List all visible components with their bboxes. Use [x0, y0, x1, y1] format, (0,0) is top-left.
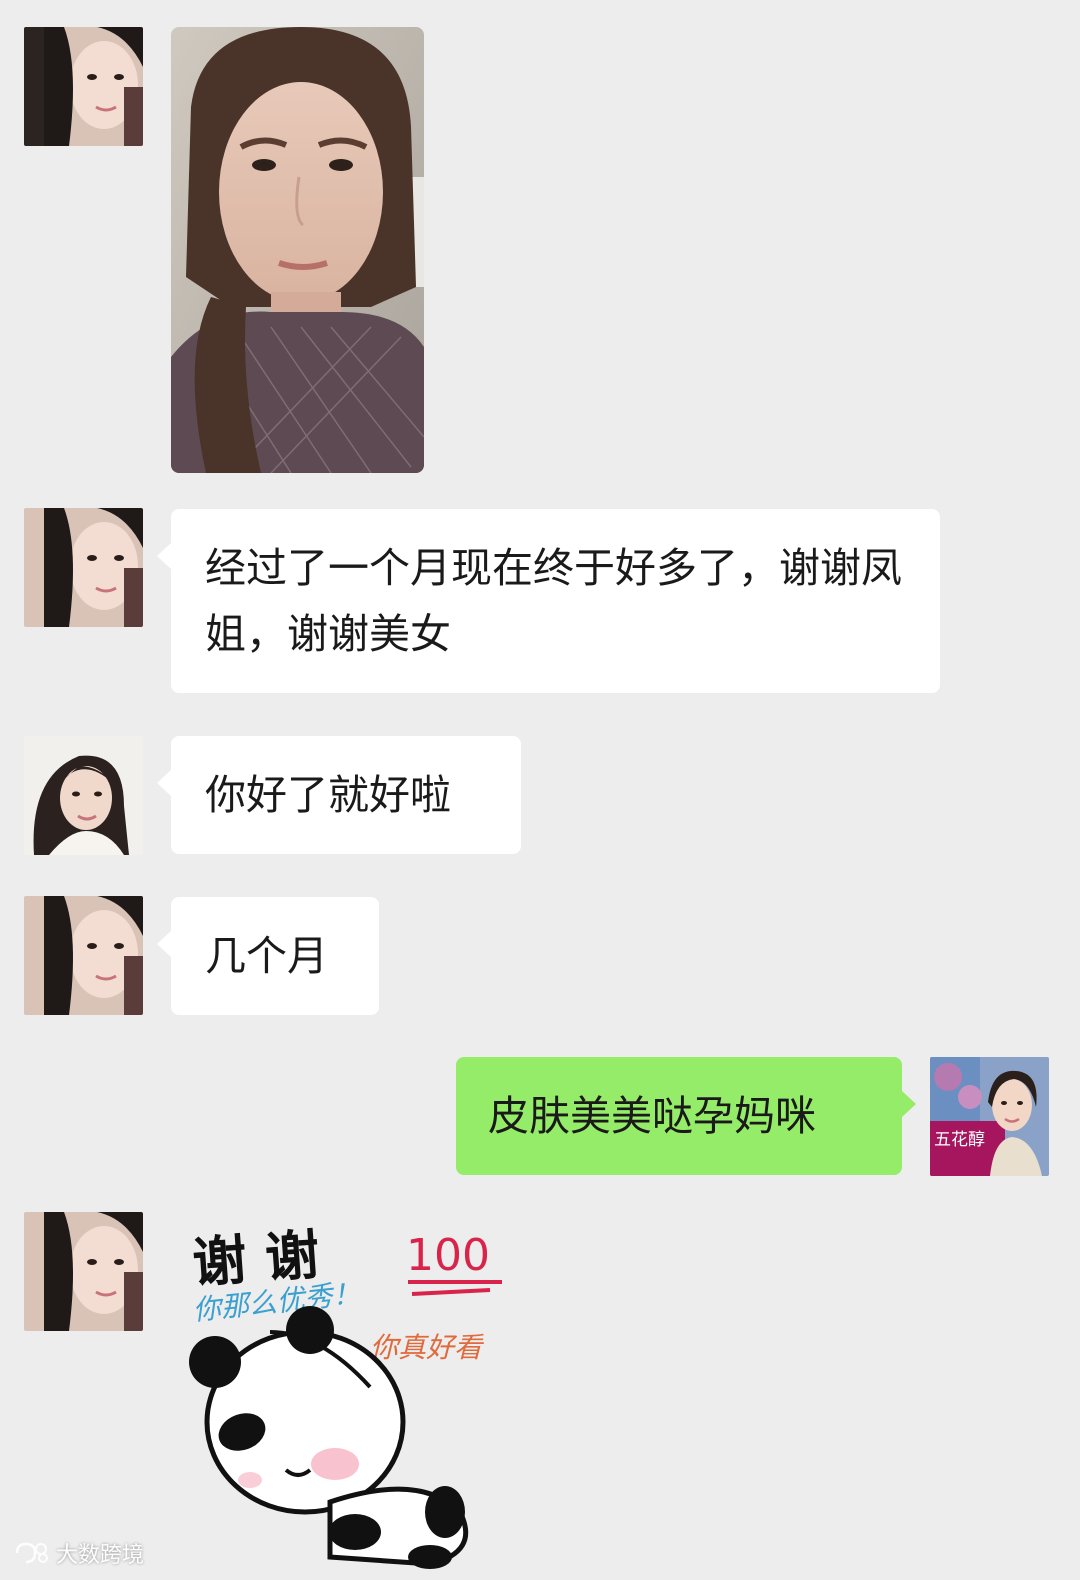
watermark-logo-icon	[15, 1542, 48, 1564]
my-avatar[interactable]: 五花醇	[930, 1057, 1049, 1176]
portrait-icon	[24, 736, 143, 855]
contact-a-avatar[interactable]	[24, 27, 143, 146]
message-text: 你好了就好啦	[205, 771, 451, 819]
portrait-icon: 五花醇	[930, 1057, 1049, 1176]
portrait-icon	[24, 1212, 143, 1331]
portrait-icon	[24, 896, 143, 1015]
svg-text:100: 100	[406, 1230, 490, 1281]
message-text: 几个月	[205, 932, 328, 980]
selfie-photo-icon	[171, 27, 424, 473]
contact-b-avatar[interactable]	[24, 736, 143, 855]
message-bubble[interactable]: 经过了一个月现在终于好多了，谢谢凤姐，谢谢美女	[157, 509, 940, 693]
portrait-icon	[24, 508, 143, 627]
shared-photo[interactable]	[171, 27, 424, 473]
message-text: 经过了一个月现在终于好多了，谢谢凤姐，谢谢美女	[205, 544, 902, 658]
message-text: 皮肤美美哒孕妈咪	[488, 1092, 816, 1140]
svg-text:你真好看: 你真好看	[370, 1331, 485, 1364]
watermark: 大数跨境	[14, 1536, 144, 1570]
panda-thanks-sticker[interactable]: 谢 谢 100 你那么优秀！ 你真好看	[180, 1212, 520, 1572]
panda-sticker-icon: 谢 谢 100 你那么优秀！ 你真好看	[189, 1223, 502, 1569]
portrait-icon	[24, 27, 143, 146]
contact-a-avatar[interactable]	[24, 508, 143, 627]
contact-a-avatar[interactable]	[24, 896, 143, 1015]
message-bubble-outgoing[interactable]: 皮肤美美哒孕妈咪	[456, 1057, 916, 1175]
message-bubble[interactable]: 你好了就好啦	[157, 736, 521, 854]
watermark-text: 大数跨境	[56, 1543, 145, 1568]
svg-text:五花醇: 五花醇	[934, 1130, 985, 1150]
message-bubble[interactable]: 几个月	[157, 897, 379, 1015]
contact-a-avatar[interactable]	[24, 1212, 143, 1331]
